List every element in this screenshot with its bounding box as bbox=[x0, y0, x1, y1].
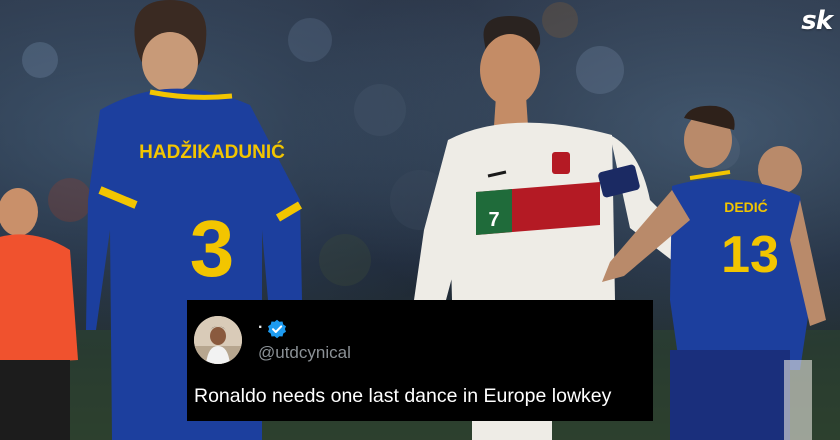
sportskeeda-logo[interactable]: sk bbox=[801, 6, 833, 36]
embedded-tweet-card[interactable]: . @utdcynical Ronaldo needs one last dan… bbox=[187, 300, 653, 421]
display-name[interactable]: . bbox=[258, 314, 262, 334]
right-player-number: 13 bbox=[721, 226, 779, 284]
center-player-number: 7 bbox=[488, 209, 499, 231]
verified-badge-icon bbox=[267, 319, 287, 339]
right-player-name: DEDIĆ bbox=[724, 198, 768, 215]
avatar[interactable] bbox=[194, 316, 242, 364]
tweet-handle[interactable]: @utdcynical bbox=[258, 343, 351, 363]
tweet-text: Ronaldo needs one last dance in Europe l… bbox=[194, 385, 612, 407]
left-player-number: 3 bbox=[190, 204, 235, 293]
left-player-name: HADŽIKADUNIĆ bbox=[139, 141, 285, 163]
article-image: HADŽIKADUNIĆ 3 7 DEDIĆ 13 sk . @utdcynic… bbox=[0, 0, 840, 440]
